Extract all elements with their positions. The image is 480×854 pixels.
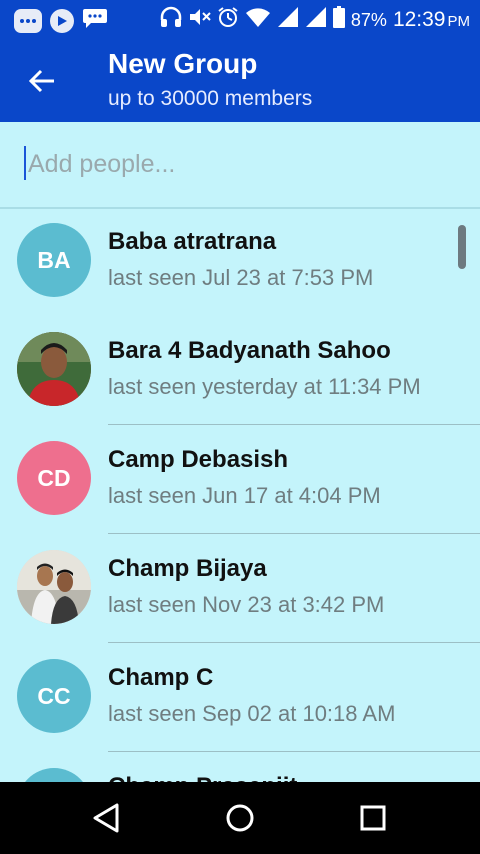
avatar-initials: CD: [37, 464, 71, 491]
contact-name: Camp Debasish: [108, 446, 289, 473]
contact-name: Bara 4 Badyanath Sahoo: [108, 337, 391, 364]
headphones-icon: [159, 6, 183, 34]
contact-row[interactable]: CD Camp Debasish last seen Jun 17 at 4:0…: [0, 425, 480, 534]
contact-last-seen: last seen Jun 17 at 4:04 PM: [108, 483, 381, 508]
screen: 87% 12:39 PM New Group up to 30000 member…: [0, 0, 480, 854]
avatar-initials: BA: [37, 246, 71, 273]
contact-row[interactable]: Bara 4 Badyanath Sahoo last seen yesterd…: [0, 316, 480, 425]
contact-last-seen: last seen Nov 23 at 3:42 PM: [108, 592, 385, 617]
nav-back-button[interactable]: [86, 798, 126, 838]
contact-row[interactable]: CC Champ C last seen Sep 02 at 10:18 AM: [0, 643, 480, 752]
arrow-back-icon: [28, 69, 54, 93]
battery-percent: 87%: [350, 9, 387, 30]
contact-last-seen: last seen Sep 02 at 10:18 AM: [108, 701, 396, 726]
contact-row[interactable]: Champ Bijaya last seen Nov 23 at 3:42 PM: [0, 534, 480, 643]
contact-row[interactable]: Champ Prasenjit: [0, 752, 480, 783]
status-bar: 87% 12:39 PM: [0, 0, 480, 38]
contact-name: Champ C: [108, 664, 214, 691]
page-subtitle: up to 30000 members: [108, 87, 313, 110]
avatar: CD: [17, 441, 91, 515]
chat-icon: [82, 7, 108, 34]
back-triangle-icon: [93, 803, 119, 833]
battery-icon: [332, 6, 345, 34]
nav-recents-button[interactable]: [353, 798, 393, 838]
nav-home-button[interactable]: [220, 798, 260, 838]
contact-list: BA Baba atratrana last seen Jul 23 at 7:…: [0, 207, 480, 783]
contact-last-seen: last seen yesterday at 11:34 PM: [108, 374, 421, 399]
avatar-initials: CC: [37, 682, 71, 709]
scrollbar[interactable]: [458, 225, 466, 269]
contact-name: Baba atratrana: [108, 228, 277, 255]
play-icon: [50, 8, 74, 33]
wifi-icon: [245, 6, 271, 34]
avatar-photo: [17, 550, 91, 624]
avatar: BA: [17, 223, 91, 297]
app-bar: New Group up to 30000 members: [0, 38, 480, 122]
clock-ampm: PM: [447, 13, 471, 30]
system-nav-bar: [0, 782, 480, 854]
recents-square-icon: [360, 805, 386, 831]
alarm-icon: [217, 6, 239, 34]
contact-name: Champ Bijaya: [108, 555, 267, 582]
avatar: CC: [17, 659, 91, 733]
avatar-photo: [17, 332, 91, 406]
avatar: [17, 768, 91, 783]
signal-icon: [277, 6, 299, 34]
add-people-area: [0, 122, 480, 209]
page-title: New Group: [108, 48, 258, 79]
back-button[interactable]: [20, 59, 64, 103]
clock: 12:39 PM: [393, 8, 470, 32]
mute-icon: [189, 7, 211, 33]
contact-last-seen: last seen Jul 23 at 7:53 PM: [108, 265, 374, 290]
add-people-input[interactable]: [26, 144, 450, 184]
signal-icon: [305, 6, 327, 34]
home-circle-icon: [226, 804, 254, 832]
clock-time: 12:39: [392, 8, 446, 31]
messages-icon: [14, 8, 42, 33]
contact-row[interactable]: BA Baba atratrana last seen Jul 23 at 7:…: [0, 207, 480, 316]
